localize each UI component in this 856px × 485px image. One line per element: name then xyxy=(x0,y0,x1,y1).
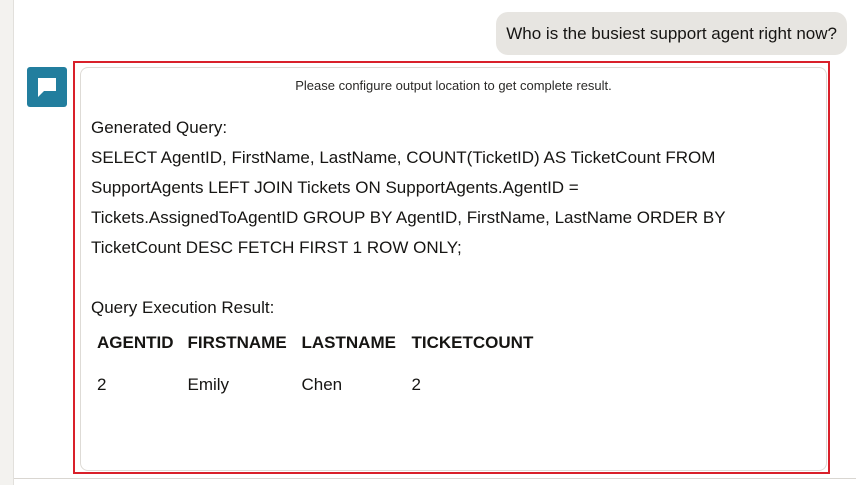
user-message-bubble: Who is the busiest support agent right n… xyxy=(496,12,847,55)
chat-page: Who is the busiest support agent right n… xyxy=(0,0,856,485)
highlight-frame xyxy=(73,61,830,474)
chat-bubble-icon xyxy=(38,78,56,97)
left-rail xyxy=(0,0,14,485)
user-message-text: Who is the busiest support agent right n… xyxy=(506,24,837,43)
bottom-divider xyxy=(14,478,856,479)
bot-avatar xyxy=(27,67,67,107)
